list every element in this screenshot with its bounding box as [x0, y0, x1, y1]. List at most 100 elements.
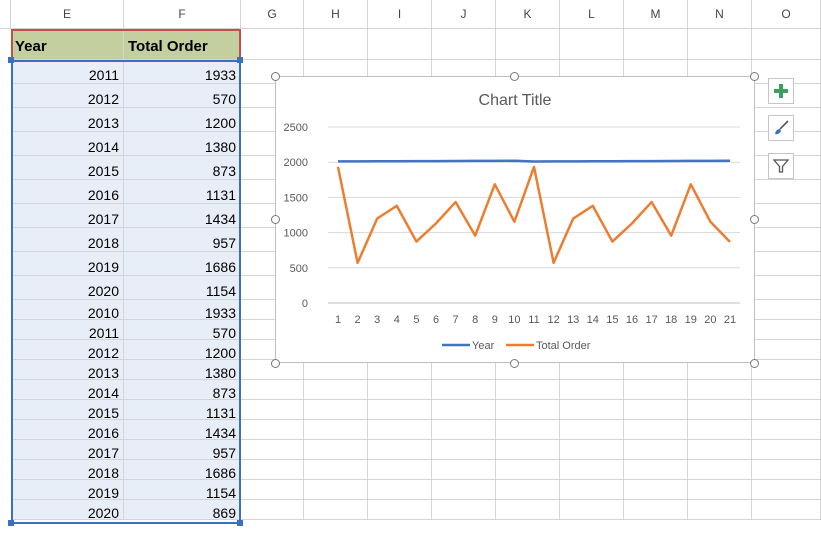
year-cell[interactable]: 2010 [11, 300, 124, 321]
empty-cell[interactable] [304, 460, 368, 480]
total-order-cell[interactable]: 1686 [124, 252, 241, 276]
legend-label[interactable]: Total Order [536, 340, 591, 352]
empty-cell[interactable] [241, 500, 304, 520]
empty-cell[interactable] [496, 460, 560, 480]
empty-cell[interactable] [560, 29, 624, 60]
empty-cell[interactable] [688, 380, 752, 400]
column-header-m[interactable]: M [624, 0, 688, 28]
selection-handle-br[interactable] [237, 520, 243, 526]
chart-resize-handle-ml[interactable] [271, 215, 280, 224]
column-header-g[interactable]: G [241, 0, 304, 28]
empty-cell[interactable] [368, 400, 432, 420]
empty-cell[interactable] [752, 460, 821, 480]
empty-cell[interactable] [624, 440, 688, 460]
total-order-header-cell[interactable]: Total Order [124, 29, 241, 60]
chart-filters-button[interactable] [768, 153, 794, 179]
empty-cell[interactable] [688, 400, 752, 420]
empty-cell[interactable] [432, 400, 496, 420]
column-header-e[interactable]: E [11, 0, 124, 28]
empty-cell[interactable] [752, 204, 821, 228]
empty-cell[interactable] [688, 460, 752, 480]
empty-cell[interactable] [624, 29, 688, 60]
empty-cell[interactable] [688, 500, 752, 520]
empty-cell[interactable] [432, 29, 496, 60]
empty-cell[interactable] [560, 360, 624, 380]
column-header-l[interactable]: L [560, 0, 624, 28]
empty-cell[interactable] [624, 480, 688, 500]
chart-elements-button[interactable] [768, 78, 794, 104]
total-order-cell[interactable]: 873 [124, 380, 241, 401]
column-header-o[interactable]: O [752, 0, 821, 28]
empty-cell[interactable] [432, 480, 496, 500]
chart-resize-handle-tm[interactable] [510, 72, 519, 81]
empty-cell[interactable] [688, 360, 752, 380]
year-cell[interactable]: 2013 [11, 360, 124, 381]
empty-cell[interactable] [368, 460, 432, 480]
empty-cell[interactable] [752, 29, 821, 60]
empty-cell[interactable] [752, 340, 821, 360]
empty-cell[interactable] [241, 380, 304, 400]
total-order-cell[interactable]: 570 [124, 320, 241, 341]
empty-cell[interactable] [304, 480, 368, 500]
empty-cell[interactable] [624, 360, 688, 380]
empty-cell[interactable] [752, 228, 821, 252]
empty-cell[interactable] [432, 460, 496, 480]
empty-cell[interactable] [241, 420, 304, 440]
total-order-cell[interactable]: 957 [124, 228, 241, 252]
year-cell[interactable]: 2015 [11, 156, 124, 180]
year-cell[interactable]: 2012 [11, 340, 124, 361]
column-header-j[interactable]: J [432, 0, 496, 28]
column-header-i[interactable]: I [368, 0, 432, 28]
empty-cell[interactable] [304, 380, 368, 400]
empty-cell[interactable] [624, 380, 688, 400]
empty-cell[interactable] [624, 400, 688, 420]
column-header-h[interactable]: H [304, 0, 368, 28]
empty-cell[interactable] [496, 29, 560, 60]
empty-cell[interactable] [304, 420, 368, 440]
empty-cell[interactable] [560, 500, 624, 520]
year-cell[interactable]: 2011 [11, 320, 124, 341]
total-order-cell[interactable]: 869 [124, 500, 241, 521]
empty-cell[interactable] [241, 460, 304, 480]
empty-cell[interactable] [496, 360, 560, 380]
series-line-total-order[interactable] [336, 165, 731, 265]
empty-cell[interactable] [752, 400, 821, 420]
empty-cell[interactable] [432, 360, 496, 380]
chart-resize-handle-br[interactable] [750, 359, 759, 368]
year-cell[interactable]: 2019 [11, 480, 124, 501]
empty-cell[interactable] [368, 440, 432, 460]
empty-cell[interactable] [688, 440, 752, 460]
empty-cell[interactable] [432, 440, 496, 460]
year-header-cell[interactable]: Year [11, 29, 124, 60]
empty-cell[interactable] [304, 400, 368, 420]
empty-cell[interactable] [560, 420, 624, 440]
chart-resize-handle-tl[interactable] [271, 72, 280, 81]
empty-cell[interactable] [752, 320, 821, 340]
year-cell[interactable]: 2017 [11, 204, 124, 228]
empty-cell[interactable] [560, 460, 624, 480]
line-chart[interactable]: Chart Title 0 500 1000 1500 2000 2500 1 2 3 4 5 6 7 8… [275, 76, 755, 363]
year-cell[interactable]: 2014 [11, 380, 124, 401]
year-cell[interactable]: 2017 [11, 440, 124, 461]
empty-cell[interactable] [624, 500, 688, 520]
empty-cell[interactable] [688, 29, 752, 60]
total-order-cell[interactable]: 1154 [124, 480, 241, 501]
total-order-cell[interactable]: 1933 [124, 300, 241, 321]
empty-cell[interactable] [496, 480, 560, 500]
total-order-cell[interactable]: 1933 [124, 60, 241, 84]
empty-cell[interactable] [560, 400, 624, 420]
empty-cell[interactable] [368, 360, 432, 380]
empty-cell[interactable] [432, 420, 496, 440]
empty-cell[interactable] [496, 440, 560, 460]
column-header-f[interactable]: F [124, 0, 241, 28]
empty-cell[interactable] [304, 29, 368, 60]
empty-cell[interactable] [560, 380, 624, 400]
total-order-cell[interactable]: 873 [124, 156, 241, 180]
chart-resize-handle-tr[interactable] [750, 72, 759, 81]
total-order-cell[interactable]: 1380 [124, 360, 241, 381]
empty-cell[interactable] [688, 420, 752, 440]
empty-cell[interactable] [624, 420, 688, 440]
total-order-cell[interactable]: 957 [124, 440, 241, 461]
empty-cell[interactable] [241, 440, 304, 460]
selection-handle-bl[interactable] [8, 520, 14, 526]
